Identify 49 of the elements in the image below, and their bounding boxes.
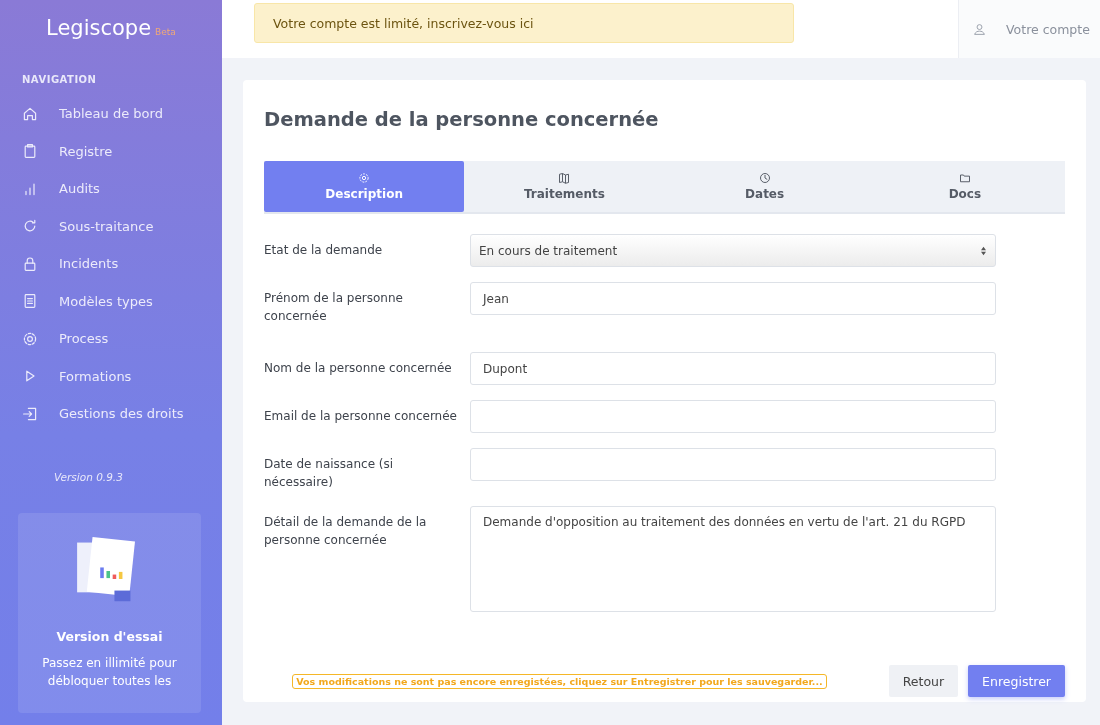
field-label: Date de naissance (si nécessaire) — [264, 456, 395, 491]
folder-icon — [958, 172, 971, 184]
input-field[interactable] — [470, 448, 996, 481]
document-icon — [22, 293, 38, 310]
version-label: Version 0.9.3 — [53, 469, 124, 485]
input-field[interactable]: Dupont — [470, 352, 996, 385]
field-label: Détail de la demande de la personne concernée — [264, 514, 428, 549]
field-label: Prénom de la personne concernée — [264, 290, 404, 325]
login-icon — [22, 405, 38, 422]
caret-icon — [980, 245, 987, 256]
app-logo[interactable]: Legiscope — [46, 16, 152, 40]
tab[interactable]: Traitements — [464, 161, 665, 212]
clock-icon — [758, 172, 771, 184]
trial-text: Passez en illimité pour débloquer toutes les — [41, 654, 178, 690]
input-field[interactable] — [470, 400, 996, 433]
home-icon — [22, 105, 38, 122]
field-label: Nom de la personne concernée — [264, 360, 453, 377]
nav-item[interactable]: Sous-traitance — [0, 207, 222, 245]
save-button[interactable]: Enregistrer — [968, 665, 1065, 697]
account-menu[interactable]: Votre compte — [958, 0, 1100, 58]
back-button[interactable]: Retour — [888, 665, 959, 697]
status-select[interactable]: En cours de traitement — [470, 234, 996, 267]
tab[interactable]: Description — [264, 161, 465, 212]
tab[interactable]: Docs — [864, 161, 1065, 212]
clipboard-icon — [22, 143, 38, 160]
nav-item[interactable]: Tableau de bord — [0, 95, 222, 133]
nav-item[interactable]: Incidents — [0, 245, 222, 283]
lock-icon — [22, 255, 38, 272]
nav-item[interactable]: Modèles types — [0, 282, 222, 320]
nav-item[interactable]: Formations — [0, 357, 222, 395]
nav-item[interactable]: Gestions des droits — [0, 395, 222, 433]
input-field[interactable]: Jean — [470, 282, 996, 315]
field-label: Etat de la demande — [264, 242, 384, 259]
map-icon — [558, 172, 571, 184]
beta-label: Beta — [155, 27, 176, 37]
settings-icon — [358, 172, 371, 184]
page-title: Demande de la personne concernée — [264, 107, 660, 133]
trial-title: Version d'essai — [56, 628, 163, 644]
field-label: Email de la personne concernée — [264, 408, 458, 425]
settings-icon — [22, 330, 38, 347]
unsaved-notice: Vos modifications ne sont pas encore enregistées, cliquez sur Entregistrer pour les sauvegarder... — [292, 673, 827, 689]
user-icon — [973, 22, 986, 36]
tab[interactable]: Dates — [664, 161, 865, 212]
nav-item[interactable]: Registre — [0, 132, 222, 170]
section-heading: NAVIGATION — [21, 73, 98, 87]
nav-item[interactable]: Process — [0, 320, 222, 358]
nav-item[interactable]: Audits — [0, 170, 222, 208]
text-area[interactable]: Demande d'opposition au traitement des données en vertu de l'art. 21 du RGPD — [470, 506, 996, 612]
account-alert[interactable]: Votre compte est limité, inscrivez-vous ici — [254, 3, 794, 43]
